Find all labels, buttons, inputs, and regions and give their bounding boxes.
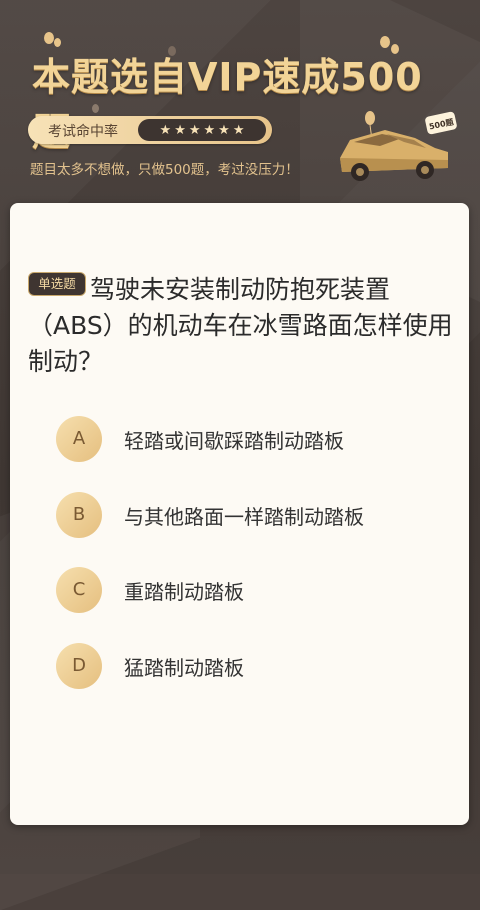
option-d[interactable]: D 猛踏制动踏板 [56, 643, 456, 689]
hit-rate-label: 考试命中率 [48, 124, 118, 140]
question-type-badge: 单选题 [28, 272, 86, 296]
hit-rate-pill: 考试命中率 ★ ★ ★ ★ ★ ★ [28, 116, 272, 144]
star-icon: ★ [174, 122, 186, 138]
option-c[interactable]: C 重踏制动踏板 [56, 567, 456, 613]
question-text: 驾驶未安装制动防抱死装置（ABS）的机动车在冰雪路面怎样使用制动？ [28, 275, 453, 376]
option-text: 重踏制动踏板 [124, 579, 244, 604]
star-icon: ★ [159, 122, 172, 138]
option-letter: D [56, 643, 102, 689]
star-icon: ★ [218, 122, 230, 138]
option-b[interactable]: B 与其他路面一样踏制动踏板 [56, 492, 456, 538]
option-a[interactable]: A 轻踏或间歇踩踏制动踏板 [56, 416, 456, 462]
balloon-decoration [44, 32, 54, 44]
star-icon: ★ [232, 122, 245, 138]
car-illustration-icon: 500题 [340, 111, 457, 181]
vip-banner: 本题选自VIP速成500题 考试命中率 ★ ★ ★ ★ ★ ★ 题目太多不想做，… [0, 0, 480, 200]
star-rating: ★ ★ ★ ★ ★ ★ [138, 119, 266, 141]
option-text: 轻踏或间歇踩踏制动踏板 [124, 428, 344, 453]
banner-subtitle: 题目太多不想做，只做500题，考过没压力！ [30, 162, 299, 178]
option-letter: B [56, 492, 102, 538]
option-text: 与其他路面一样踏制动踏板 [124, 504, 364, 529]
star-icon: ★ [203, 122, 216, 138]
option-letter: C [56, 567, 102, 613]
star-icon: ★ [188, 122, 201, 138]
option-letter: A [56, 416, 102, 462]
option-text: 猛踏制动踏板 [124, 655, 244, 680]
